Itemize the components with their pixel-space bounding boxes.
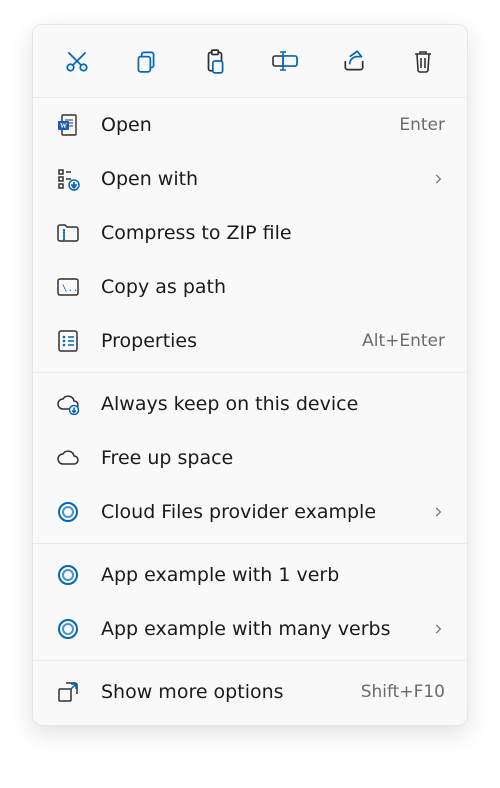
chevron-right-icon xyxy=(431,622,445,636)
svg-text:W: W xyxy=(60,122,67,130)
menu-item-shortcut: Enter xyxy=(399,115,445,135)
copy-button[interactable] xyxy=(124,39,168,83)
menu-item-label: App example with many verbs xyxy=(101,618,411,641)
menu-item-show-more[interactable]: Show more options Shift+F10 xyxy=(33,665,467,719)
rename-button[interactable] xyxy=(263,39,307,83)
menu-item-label: Copy as path xyxy=(101,276,445,299)
menu-item-label: Show more options xyxy=(101,681,341,704)
paste-button[interactable] xyxy=(193,39,237,83)
menu-item-label: Cloud Files provider example xyxy=(101,501,411,524)
menu-item-label: Open with xyxy=(101,168,411,191)
menu-item-free-up[interactable]: Free up space xyxy=(33,431,467,485)
menu-item-app-manyverb[interactable]: App example with many verbs xyxy=(33,602,467,656)
paste-icon xyxy=(202,48,228,74)
menu-item-properties[interactable]: Properties Alt+Enter xyxy=(33,314,467,368)
chevron-right-icon xyxy=(431,172,445,186)
menu-item-label: Properties xyxy=(101,330,342,353)
app-swirl-icon xyxy=(55,499,81,525)
open-with-icon xyxy=(55,166,81,192)
menu-item-shortcut: Alt+Enter xyxy=(362,331,445,351)
menu-item-label: App example with 1 verb xyxy=(101,564,445,587)
menu-item-open[interactable]: W Open Enter xyxy=(33,98,467,152)
menu-item-always-keep[interactable]: Always keep on this device xyxy=(33,377,467,431)
word-file-icon: W xyxy=(55,112,81,138)
share-icon xyxy=(341,48,367,74)
menu-item-compress-zip[interactable]: Compress to ZIP file xyxy=(33,206,467,260)
cut-button[interactable] xyxy=(55,39,99,83)
menu-item-open-with[interactable]: Open with xyxy=(33,152,467,206)
cloud-keep-icon xyxy=(55,391,81,417)
chevron-right-icon xyxy=(431,505,445,519)
menu-item-label: Open xyxy=(101,114,379,137)
rename-icon xyxy=(271,49,299,73)
menu-item-label: Free up space xyxy=(101,447,445,470)
menu-item-label: Always keep on this device xyxy=(101,393,445,416)
app-swirl-icon xyxy=(55,562,81,588)
cut-icon xyxy=(64,48,90,74)
menu-item-label: Compress to ZIP file xyxy=(101,222,445,245)
menu-item-cloud-provider[interactable]: Cloud Files provider example xyxy=(33,485,467,539)
copy-path-icon: \.. xyxy=(55,274,81,300)
app-swirl-icon xyxy=(55,616,81,642)
divider xyxy=(33,543,467,544)
menu-item-shortcut: Shift+F10 xyxy=(361,682,445,702)
show-more-icon xyxy=(55,679,81,705)
svg-text:\..: \.. xyxy=(62,284,78,294)
zip-folder-icon xyxy=(55,220,81,246)
menu-item-app-1verb[interactable]: App example with 1 verb xyxy=(33,548,467,602)
share-button[interactable] xyxy=(332,39,376,83)
divider xyxy=(33,372,467,373)
divider xyxy=(33,660,467,661)
toolbar xyxy=(33,25,467,98)
cloud-icon xyxy=(55,445,81,471)
menu-item-copy-as-path[interactable]: \.. Copy as path xyxy=(33,260,467,314)
delete-button[interactable] xyxy=(401,39,445,83)
context-menu: W Open Enter xyxy=(32,24,468,726)
copy-icon xyxy=(133,48,159,74)
delete-icon xyxy=(411,48,435,74)
properties-icon xyxy=(55,328,81,354)
